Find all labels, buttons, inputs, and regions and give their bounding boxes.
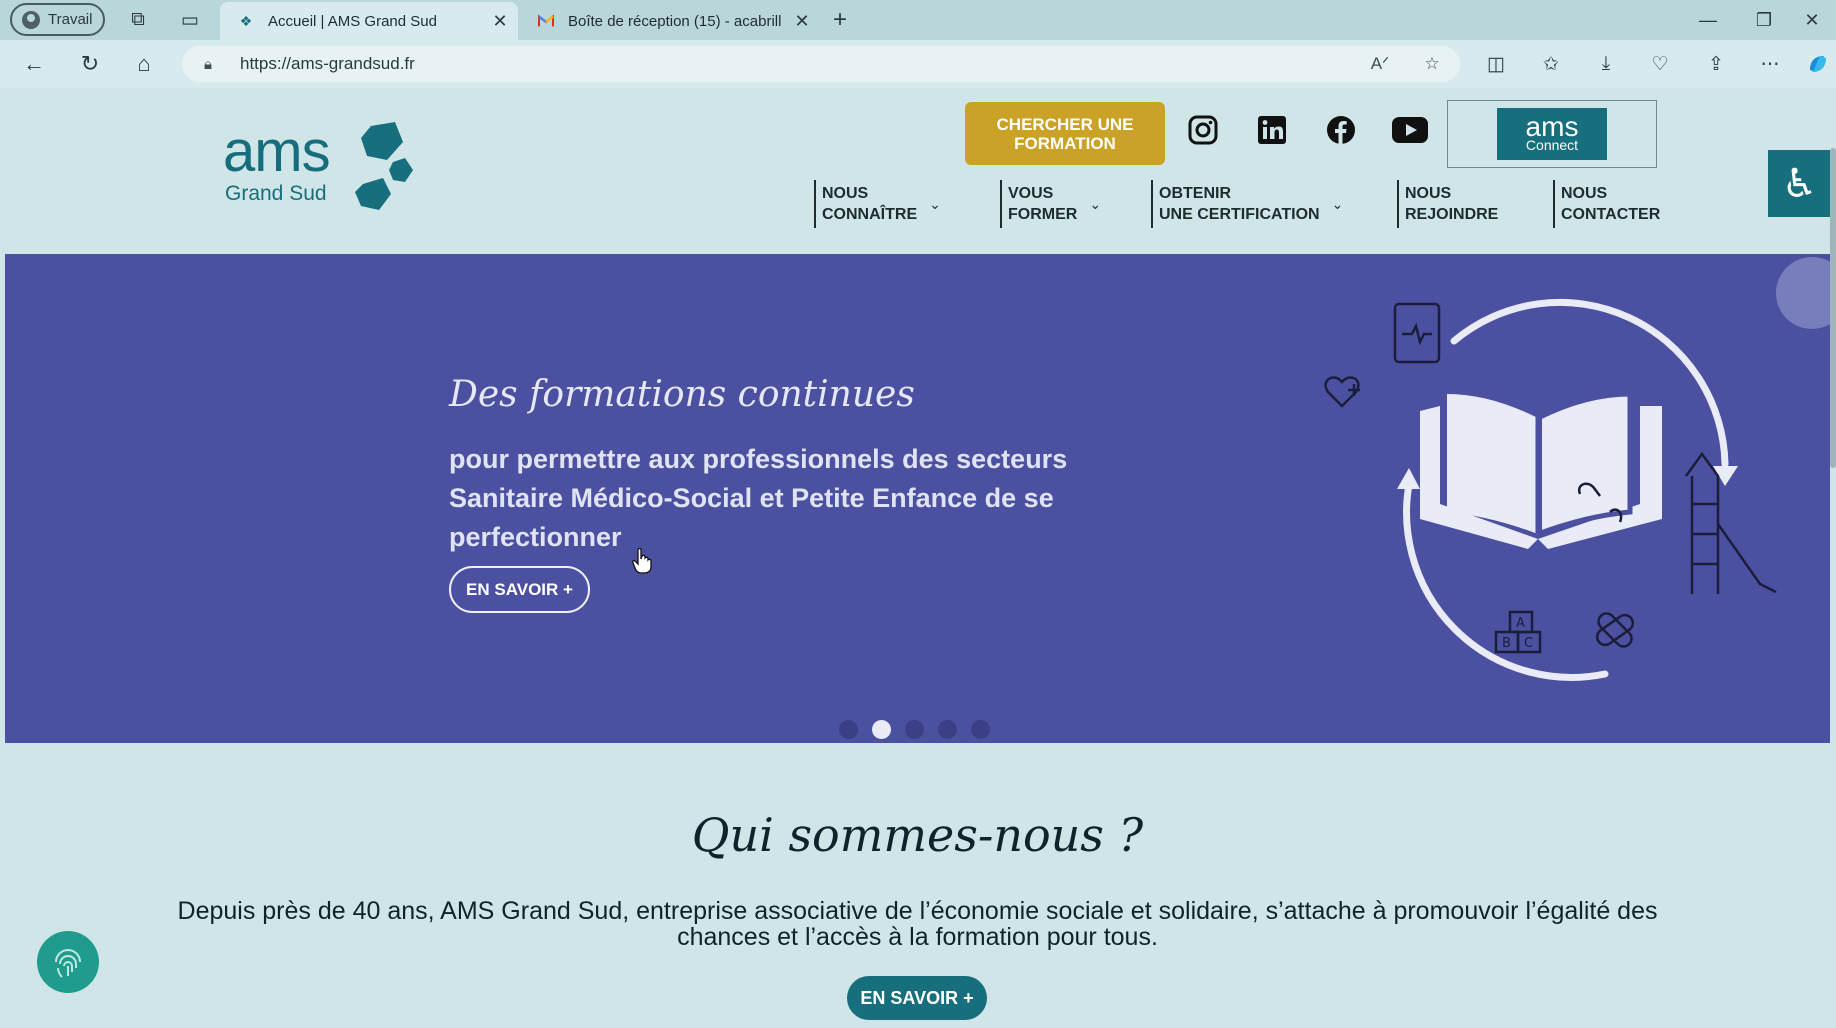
page-scrollbar[interactable] [1830, 88, 1836, 1028]
slider-dot-4[interactable] [938, 720, 957, 739]
hand-cursor-icon [632, 548, 652, 574]
scrollbar-thumb[interactable] [1830, 148, 1836, 468]
menu-obtenir-certification[interactable]: OBTENIR UNE CERTIFICATION ⌄ [1151, 180, 1343, 228]
about-text: Depuis près de 40 ans, AMS Grand Sud, en… [177, 897, 1658, 951]
tab-gmail[interactable]: Boîte de réception (15) - acabrill ✕ [520, 2, 820, 40]
menu-label: NOUS CONNAÎTRE [822, 185, 918, 223]
slider-dot-5[interactable] [971, 720, 990, 739]
about-title: Qui sommes-nous ? [691, 808, 1144, 862]
tab-actions-icon[interactable]: ▭ [176, 6, 204, 34]
menu-nous-connaitre[interactable]: NOUS CONNAÎTRE ⌄ [814, 180, 941, 228]
slider-dot-3[interactable] [905, 720, 924, 739]
address-bar[interactable]: 🔒︎ https://ams-grandsud.fr Aᐟ ☆ [182, 46, 1460, 82]
chevron-down-icon: ⌄ [929, 195, 941, 212]
browser-essentials-icon[interactable]: ♡ [1644, 50, 1676, 78]
about-learn-more-button[interactable]: EN SAVOIR + [847, 976, 987, 1020]
hero-slider: Des formations continues pour permettre … [5, 254, 1830, 743]
svg-text:B: B [1502, 636, 1511, 651]
tab-title: Boîte de réception (15) - acabrill [568, 12, 782, 30]
copilot-icon[interactable] [1802, 50, 1834, 78]
profile-label: Travail [48, 11, 93, 28]
address-url: https://ams-grandsud.fr [240, 54, 415, 73]
ams-connect-logo: ams Connect [1497, 108, 1607, 160]
connect-main-text: ams [1525, 111, 1579, 142]
menu-label: OBTENIR UNE CERTIFICATION [1159, 185, 1320, 223]
menu-nous-rejoindre[interactable]: NOUS REJOINDRE [1397, 180, 1498, 228]
connect-sub-text: Connect [1525, 137, 1579, 153]
gmail-favicon-icon [538, 13, 554, 29]
downloads-icon[interactable]: ⤓ [1590, 50, 1622, 78]
favorites-icon[interactable]: ✩ [1535, 50, 1567, 78]
menu-label: NOUS CONTACTER [1561, 185, 1661, 223]
hero-learn-more-button[interactable]: EN SAVOIR + [449, 566, 590, 613]
home-icon[interactable]: ⌂ [128, 50, 160, 78]
fingerprint-icon [55, 949, 81, 978]
close-tab-icon[interactable]: ✕ [790, 11, 814, 32]
close-window-icon[interactable]: ✕ [1784, 0, 1836, 40]
menu-nous-contacter[interactable]: NOUS CONTACTER [1553, 180, 1660, 228]
logo-hexagons-icon [355, 122, 413, 210]
logo-subtext: Grand Sud [225, 182, 327, 205]
chevron-down-icon: ⌄ [1089, 195, 1102, 212]
hero-script-title: Des formations continues [449, 374, 915, 415]
youtube-icon[interactable] [1390, 110, 1430, 150]
instagram-icon[interactable] [1183, 110, 1223, 150]
ams-connect-button[interactable]: ams Connect [1447, 100, 1657, 168]
share-icon[interactable]: ⇪ [1700, 50, 1732, 78]
browser-toolbar: ← ↻ ⌂ 🔒︎ https://ams-grandsud.fr Aᐟ ☆ ◫ … [0, 40, 1836, 88]
new-tab-button[interactable]: + [826, 6, 854, 34]
favorite-star-icon[interactable]: ☆ [1418, 50, 1446, 78]
more-menu-icon[interactable]: ⋯ [1754, 50, 1786, 78]
slider-dot-2[interactable] [872, 720, 891, 739]
chevron-down-icon: ⌄ [1331, 195, 1344, 212]
svg-text:C: C [1524, 636, 1533, 651]
hero-book-illustration: A B C [1324, 298, 1777, 681]
profile-button[interactable]: Travail [10, 3, 105, 36]
menu-vous-former[interactable]: VOUS FORMER ⌄ [1000, 180, 1101, 228]
slider-dot-1[interactable] [839, 720, 858, 739]
accessibility-icon: ♿︎ [1781, 161, 1818, 206]
facebook-icon[interactable] [1321, 110, 1361, 150]
ams-logo[interactable]: ams Grand Sud [223, 118, 423, 223]
svg-text:A: A [1516, 616, 1525, 631]
search-training-button[interactable]: CHERCHER UNE FORMATION [965, 102, 1165, 165]
menu-label: VOUS FORMER [1008, 185, 1078, 223]
split-screen-icon[interactable]: ◫ [1480, 50, 1512, 78]
menu-label: NOUS REJOINDRE [1405, 185, 1499, 223]
workspaces-icon[interactable]: ⧉ [124, 6, 152, 34]
lock-icon[interactable]: 🔒︎ [204, 56, 222, 73]
close-tab-icon[interactable]: ✕ [488, 11, 512, 32]
read-aloud-icon[interactable]: Aᐟ [1366, 50, 1394, 78]
ams-favicon-icon: ❖ [239, 12, 253, 29]
profile-avatar-icon [22, 10, 40, 29]
chatbot-button[interactable] [37, 931, 99, 993]
minimize-icon[interactable]: — [1680, 0, 1736, 40]
web-page: ams Grand Sud CHERCHER UNE FORMATION ams… [5, 88, 1830, 1028]
reload-icon[interactable]: ↻ [74, 50, 106, 78]
browser-tab-bar: Travail ⧉ ▭ ❖ Accueil | AMS Grand Sud ✕ … [0, 0, 1836, 40]
logo-text: ams [223, 119, 331, 184]
tab-ams-accueil[interactable]: ❖ Accueil | AMS Grand Sud ✕ [220, 2, 518, 40]
tab-title: Accueil | AMS Grand Sud [268, 12, 437, 30]
slider-dots [839, 720, 990, 739]
back-icon[interactable]: ← [18, 50, 50, 78]
accessibility-button[interactable]: ♿︎ [1768, 150, 1830, 217]
linkedin-icon[interactable] [1252, 110, 1292, 150]
hero-body-text: pour permettre aux professionnels des se… [449, 444, 1068, 552]
